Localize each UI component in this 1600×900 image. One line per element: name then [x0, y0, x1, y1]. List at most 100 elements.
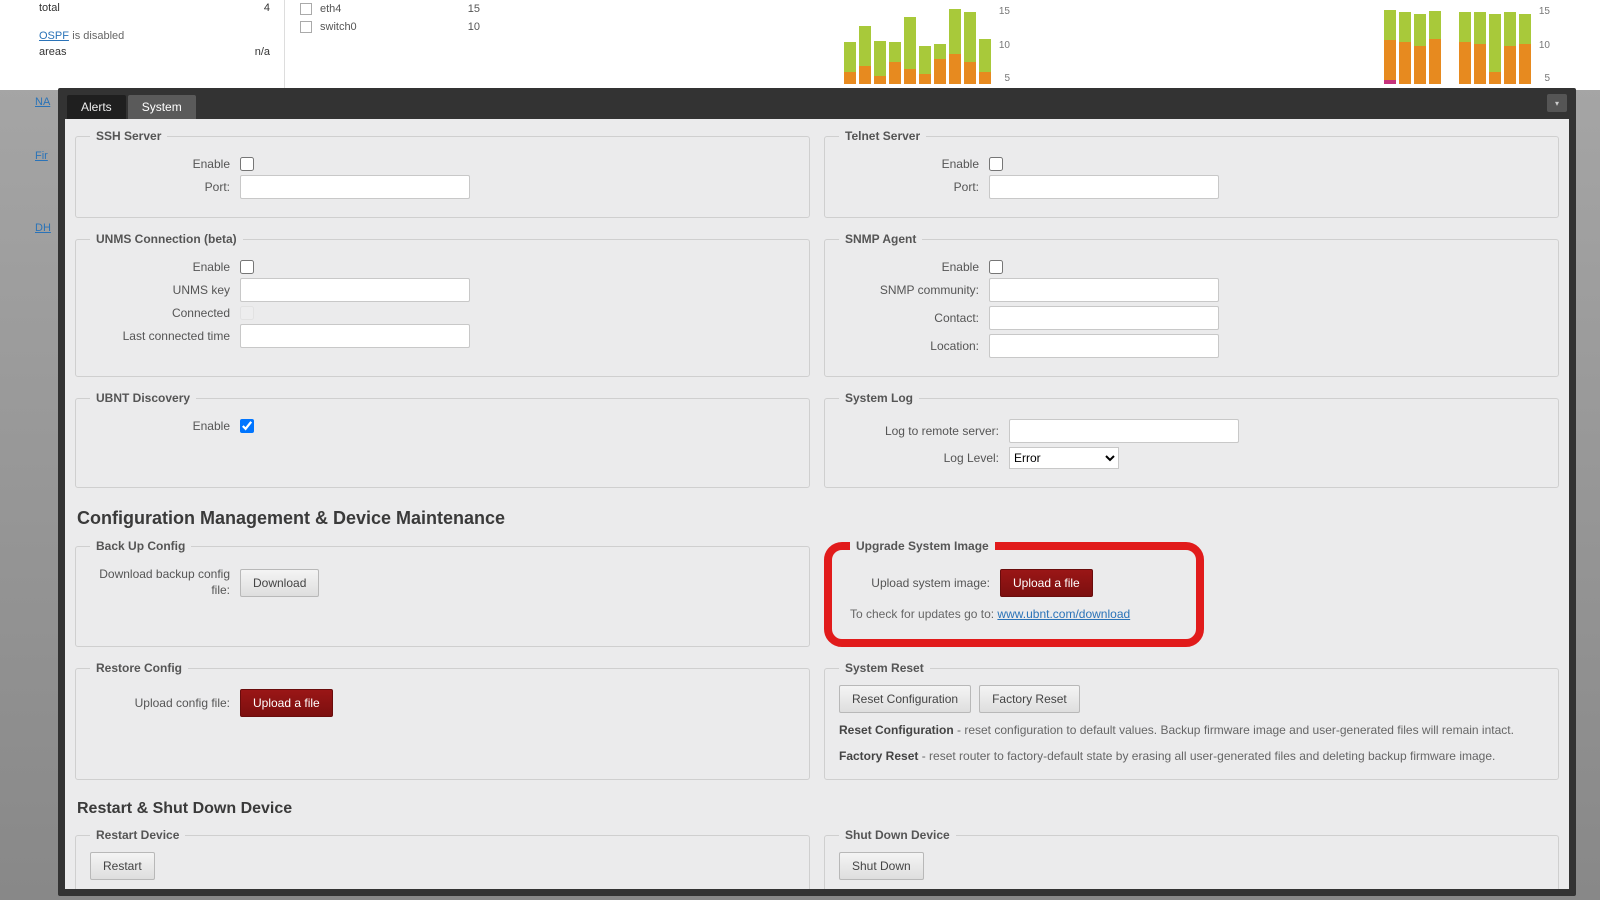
- download-link[interactable]: www.ubnt.com/download: [997, 607, 1130, 621]
- unms-enable-checkbox[interactable]: [240, 260, 254, 274]
- telnet-port-label: Port:: [839, 180, 989, 194]
- syslog-legend: System Log: [839, 391, 919, 405]
- syslog-level-select[interactable]: Error: [1009, 447, 1119, 469]
- snmp-enable-checkbox[interactable]: [989, 260, 1003, 274]
- snmp-location-label: Location:: [839, 339, 989, 353]
- unms-connected-label: Connected: [90, 306, 240, 320]
- config-mgmt-heading: Configuration Management & Device Mainte…: [77, 508, 1559, 529]
- settings-panel: Alerts System ▾ SSH Server Enable Port:: [58, 88, 1576, 896]
- tab-system[interactable]: System: [128, 95, 196, 119]
- unms-key-input[interactable]: [240, 278, 470, 302]
- iface-value: 10: [468, 21, 480, 33]
- shutdown-button[interactable]: Shut Down: [839, 852, 924, 880]
- row-value: n/a: [255, 46, 270, 58]
- unms-legend: UNMS Connection (beta): [90, 232, 243, 246]
- tabbar: Alerts System ▾: [61, 91, 1573, 119]
- discovery-enable-label: Enable: [90, 419, 240, 433]
- upload-image-button[interactable]: Upload a file: [1000, 569, 1093, 597]
- fir-link[interactable]: Fir: [35, 150, 48, 162]
- chart-1-yticks: 15105: [999, 6, 1010, 84]
- unms-fieldset: UNMS Connection (beta) Enable UNMS key C…: [75, 232, 810, 377]
- row-value: 4: [264, 2, 270, 14]
- upload-config-button[interactable]: Upload a file: [240, 689, 333, 717]
- unms-key-label: UNMS key: [90, 283, 240, 297]
- download-button[interactable]: Download: [240, 569, 319, 597]
- upgrade-label: Upload system image:: [850, 576, 1000, 590]
- unms-enable-label: Enable: [90, 260, 240, 274]
- ssh-port-input[interactable]: [240, 175, 470, 199]
- upgrade-check-text: To check for updates go to: www.ubnt.com…: [850, 605, 1178, 623]
- factory-reset-desc: Factory Reset - reset router to factory-…: [839, 747, 1544, 765]
- ssh-port-label: Port:: [90, 180, 240, 194]
- restore-legend: Restore Config: [90, 661, 188, 675]
- nat-link[interactable]: NA: [35, 96, 50, 108]
- chart-2: [1384, 6, 1531, 84]
- discovery-enable-checkbox[interactable]: [240, 419, 254, 433]
- shutdown-legend: Shut Down Device: [839, 828, 956, 842]
- reset-config-desc: Reset Configuration - reset configuratio…: [839, 721, 1544, 739]
- syslog-remote-label: Log to remote server:: [839, 424, 1009, 438]
- snmp-location-input[interactable]: [989, 334, 1219, 358]
- iface-checkbox[interactable]: [300, 3, 312, 15]
- iface-value: 15: [468, 3, 480, 15]
- iface-checkbox[interactable]: [300, 21, 312, 33]
- upgrade-legend: Upgrade System Image: [850, 539, 995, 553]
- telnet-enable-checkbox[interactable]: [989, 157, 1003, 171]
- snmp-contact-label: Contact:: [839, 311, 989, 325]
- restore-label: Upload config file:: [90, 696, 240, 710]
- chart-2-block: 15105: [1030, 0, 1570, 90]
- backup-fieldset: Back Up Config Download backup config fi…: [75, 539, 810, 647]
- ssh-enable-label: Enable: [90, 157, 240, 171]
- restore-fieldset: Restore Config Upload config file: Uploa…: [75, 661, 810, 780]
- bg-top: total 4 OSPF is disabled areas n/a eth4 15 …: [0, 0, 1600, 90]
- backup-legend: Back Up Config: [90, 539, 191, 553]
- snmp-enable-label: Enable: [839, 260, 989, 274]
- restart-heading: Restart & Shut Down Device: [77, 800, 1559, 818]
- telnet-fieldset: Telnet Server Enable Port:: [824, 129, 1559, 218]
- telnet-enable-label: Enable: [839, 157, 989, 171]
- row-label: areas: [39, 46, 67, 58]
- upgrade-fieldset: Upgrade System Image Upload system image…: [824, 539, 1204, 647]
- tab-alerts[interactable]: Alerts: [67, 95, 126, 119]
- syslog-remote-input[interactable]: [1009, 419, 1239, 443]
- snmp-contact-input[interactable]: [989, 306, 1219, 330]
- panel-body: SSH Server Enable Port: Telnet Server En…: [65, 119, 1569, 889]
- unms-connected-checkbox: [240, 306, 254, 320]
- iface-list: eth4 15 switch0 10: [290, 0, 490, 90]
- iface-name: switch0: [320, 21, 357, 33]
- reset-legend: System Reset: [839, 661, 930, 675]
- ssh-legend: SSH Server: [90, 129, 167, 143]
- restart-button[interactable]: Restart: [90, 852, 155, 880]
- snmp-fieldset: SNMP Agent Enable SNMP community: Contac…: [824, 232, 1559, 377]
- charts-top: eth4 15 switch0 10 15105 15105: [290, 0, 1570, 90]
- chart-2-yticks: 15105: [1539, 6, 1550, 84]
- collapse-button[interactable]: ▾: [1547, 94, 1567, 112]
- ospf-status: is disabled: [72, 30, 124, 42]
- backup-label: Download backup config file:: [90, 567, 240, 598]
- snmp-community-input[interactable]: [989, 278, 1219, 302]
- shutdown-fieldset: Shut Down Device Shut Down: [824, 828, 1559, 889]
- unms-last-label: Last connected time: [90, 329, 240, 343]
- ssh-enable-checkbox[interactable]: [240, 157, 254, 171]
- discovery-legend: UBNT Discovery: [90, 391, 196, 405]
- telnet-legend: Telnet Server: [839, 129, 926, 143]
- telnet-port-input[interactable]: [989, 175, 1219, 199]
- syslog-level-label: Log Level:: [839, 451, 1009, 465]
- dh-link[interactable]: DH: [35, 222, 51, 234]
- factory-reset-button[interactable]: Factory Reset: [979, 685, 1080, 713]
- chart-1: [844, 6, 991, 84]
- discovery-fieldset: UBNT Discovery Enable: [75, 391, 810, 488]
- ssh-fieldset: SSH Server Enable Port:: [75, 129, 810, 218]
- iface-name: eth4: [320, 3, 341, 15]
- snmp-community-label: SNMP community:: [839, 283, 989, 297]
- chevron-down-icon: ▾: [1555, 99, 1559, 108]
- restart-legend: Restart Device: [90, 828, 185, 842]
- row-label: total: [39, 2, 60, 14]
- snmp-legend: SNMP Agent: [839, 232, 922, 246]
- reset-fieldset: System Reset Reset Configuration Factory…: [824, 661, 1559, 780]
- restart-fieldset: Restart Device Restart: [75, 828, 810, 889]
- reset-config-button[interactable]: Reset Configuration: [839, 685, 971, 713]
- unms-last-input[interactable]: [240, 324, 470, 348]
- ospf-link[interactable]: OSPF: [39, 30, 69, 42]
- syslog-fieldset: System Log Log to remote server: Log Lev…: [824, 391, 1559, 488]
